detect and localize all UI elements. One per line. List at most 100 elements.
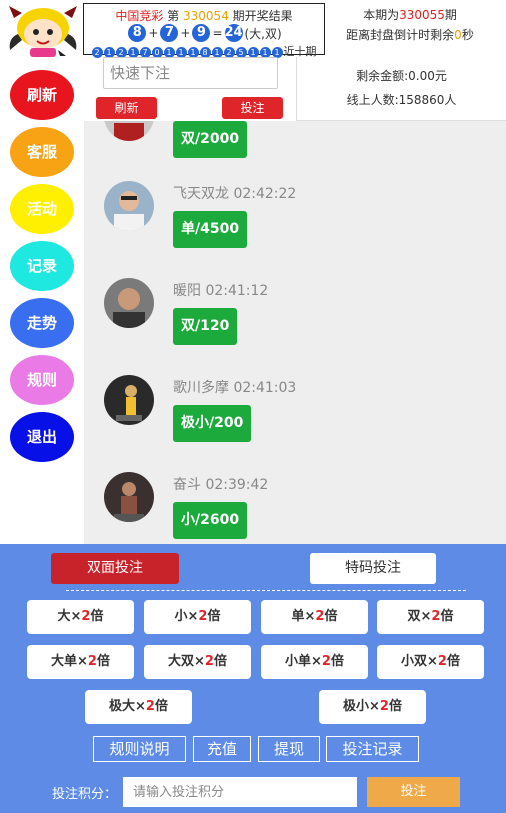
online-count: 线上人数:158860人 <box>346 93 457 107</box>
bet-name: 大双 <box>168 654 195 669</box>
score-input[interactable] <box>123 777 357 807</box>
bet-option-extreme-small[interactable]: 极小×2倍 <box>319 690 426 724</box>
bet-multiplier: 2 <box>437 654 447 669</box>
bet-option-small[interactable]: 小×2倍 <box>144 600 251 634</box>
refresh-button[interactable]: 刷新 <box>96 97 157 119</box>
bet-option-odd[interactable]: 单×2倍 <box>261 600 368 634</box>
bet-name: 大单 <box>51 654 78 669</box>
chat-feed[interactable]: 双/2000 飞天双龙 02:42:22 单/4500 暖阳 02:41:12 … <box>84 121 506 544</box>
chat-message: 暖阳 02:41:12 双/120 <box>84 278 506 368</box>
sidebar-service-button[interactable]: 客服 <box>10 127 74 177</box>
user-avatar <box>104 472 154 522</box>
chat-message: 双/2000 <box>84 121 506 181</box>
history-ball: 1 <box>187 46 199 58</box>
bet-option-even[interactable]: 双×2倍 <box>377 600 484 634</box>
bet-unit: 倍 <box>446 654 460 669</box>
score-submit-button[interactable]: 投注 <box>367 777 460 807</box>
bet-unit: 倍 <box>154 699 168 714</box>
sidebar-trend-button[interactable]: 走势 <box>10 298 74 348</box>
result-ball: 8 <box>128 24 147 42</box>
history-ball: 2 <box>91 46 103 58</box>
bet-unit: 倍 <box>324 609 338 624</box>
times-sign: × <box>369 699 380 714</box>
times-sign: × <box>135 699 146 714</box>
last-issue-line: 中国竞彩 第 330054 期开奖结果 <box>115 9 293 23</box>
user-avatar <box>104 121 154 141</box>
lottery-result-panel: 中国竞彩 第 330054 期开奖结果 8 + 7 + 9 = 24 (大,双)… <box>83 3 325 58</box>
message-meta: 奋斗 02:39:42 <box>173 477 269 493</box>
app-root: 中国竞彩 第 330054 期开奖结果 8 + 7 + 9 = 24 (大,双)… <box>0 0 506 813</box>
divider <box>66 590 466 591</box>
bet-multiplier: 2 <box>145 699 155 714</box>
history-ball: 1 <box>271 46 283 58</box>
history-ball: 1 <box>175 46 187 58</box>
sum-ball: 24 <box>224 24 243 42</box>
bet-unit: 倍 <box>330 654 344 669</box>
bet-unit: 倍 <box>388 699 402 714</box>
history-ball: 1 <box>259 46 271 58</box>
tab-two-sided-bet[interactable]: 双面投注 <box>51 553 179 584</box>
message-meta: 歌川多摩 02:41:03 <box>173 380 297 396</box>
current-period-panel: 本期为330055期 距离封盘倒计时剩余0秒 <box>330 3 490 55</box>
balance: 剩余金额:0.00元 <box>356 69 447 83</box>
times-sign: × <box>187 609 199 624</box>
account-info: 剩余金额:0.00元 线上人数:158860人 <box>296 57 506 121</box>
history-ball: 1 <box>127 46 139 58</box>
sidebar-rules-button[interactable]: 规则 <box>10 355 74 405</box>
quick-bet-submit-button[interactable]: 投注 <box>222 97 283 119</box>
times-sign: × <box>427 654 438 669</box>
bet-option-small-even[interactable]: 小双×2倍 <box>377 645 484 679</box>
last-issue-number: 330054 <box>183 9 229 23</box>
times-sign: × <box>304 609 316 624</box>
times-sign: × <box>194 654 205 669</box>
bet-option-big-even[interactable]: 大双×2倍 <box>144 645 251 679</box>
sidebar-refresh-button[interactable]: 刷新 <box>10 70 74 120</box>
bet-panel: 双面投注 特码投注 大×2倍 小×2倍 单×2倍 双×2倍 大单×2倍 大双×2倍 小单×2… <box>0 544 506 813</box>
recharge-link[interactable]: 充值 <box>193 736 251 762</box>
bet-multiplier: 2 <box>87 654 97 669</box>
sidebar-exit-button[interactable]: 退出 <box>10 412 74 462</box>
history-ball: 0 <box>151 46 163 58</box>
bet-bubble: 单/4500 <box>173 211 248 248</box>
message-meta: 暖阳 02:41:12 <box>173 283 269 299</box>
history-digits: 2121701118125111 <box>91 45 284 58</box>
devil-logo-icon <box>8 4 78 58</box>
rules-link[interactable]: 规则说明 <box>93 736 186 762</box>
history-ball: 1 <box>103 46 115 58</box>
history-ball: 2 <box>115 46 127 58</box>
result-type: (大,双) <box>244 26 282 41</box>
chat-message: 歌川多摩 02:41:03 极小/200 <box>84 375 506 465</box>
history-ball: 1 <box>163 46 175 58</box>
history-ball: 2 <box>223 46 235 58</box>
bet-bubble: 小/2600 <box>173 502 248 539</box>
quick-bet-area: 刷新 投注 <box>83 57 293 121</box>
history-ball: 1 <box>247 46 259 58</box>
user-avatar <box>104 181 154 231</box>
sidebar-record-button[interactable]: 记录 <box>10 241 74 291</box>
bet-name: 小单 <box>285 654 312 669</box>
bet-option-small-odd[interactable]: 小单×2倍 <box>261 645 368 679</box>
quick-bet-input[interactable] <box>103 57 278 89</box>
bet-name: 大 <box>57 609 71 624</box>
bet-record-link[interactable]: 投注记录 <box>326 736 419 762</box>
sidebar-activity-button[interactable]: 活动 <box>10 184 74 234</box>
score-label: 投注积分： <box>52 787 118 802</box>
times-sign: × <box>420 609 432 624</box>
withdraw-link[interactable]: 提现 <box>258 736 320 762</box>
chat-message: 飞天双龙 02:42:22 单/4500 <box>84 181 506 271</box>
history-ball: 5 <box>235 46 247 58</box>
bet-name: 小双 <box>401 654 428 669</box>
bet-unit: 倍 <box>207 609 221 624</box>
countdown: 距离封盘倒计时剩余0秒 <box>346 28 474 42</box>
times-sign: × <box>311 654 322 669</box>
tab-special-code-bet[interactable]: 特码投注 <box>310 553 436 584</box>
bet-bubble: 极小/200 <box>173 405 252 442</box>
bet-option-big[interactable]: 大×2倍 <box>27 600 134 634</box>
user-avatar <box>104 278 154 328</box>
history-ball: 1 <box>211 46 223 58</box>
bet-unit: 倍 <box>90 609 104 624</box>
chat-message: 奋斗 02:39:42 小/2600 <box>84 472 506 544</box>
bet-option-extreme-big[interactable]: 极大×2倍 <box>85 690 192 724</box>
history-ball: 8 <box>199 46 211 58</box>
bet-option-big-odd[interactable]: 大单×2倍 <box>27 645 134 679</box>
